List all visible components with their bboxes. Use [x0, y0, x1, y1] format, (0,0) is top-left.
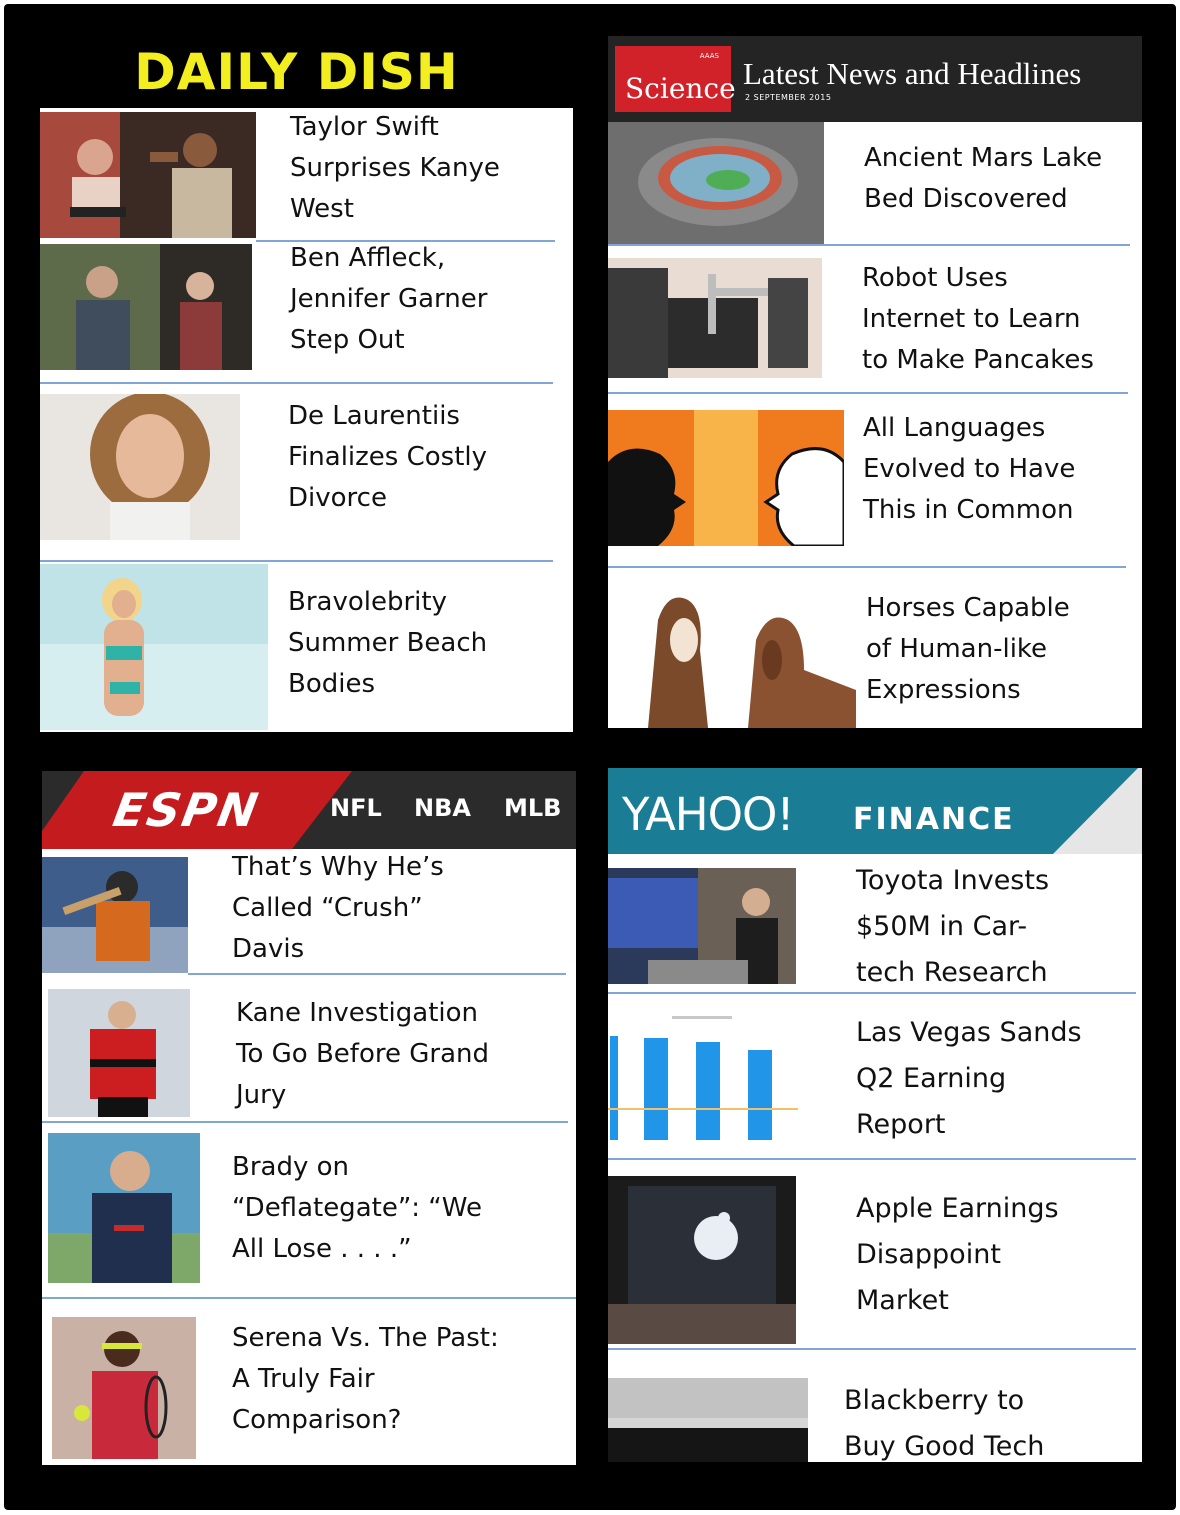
headline[interactable]: Apple Earnings Disappoint Market: [856, 1186, 1059, 1324]
serena-photo: [52, 1317, 196, 1459]
headline[interactable]: Serena Vs. The Past: A Truly Fair Compar…: [232, 1318, 499, 1441]
languages-illustration: [608, 410, 844, 546]
daily-dish-header: DAILY DISH: [40, 36, 573, 108]
beach-photo: [40, 564, 268, 730]
espn-header: ESPN NFL NBA MLB: [42, 771, 576, 849]
yahoo-item-vegas[interactable]: Las Vegas Sands Q2 Earning Report: [608, 1010, 1142, 1162]
science-logo[interactable]: AAAS Science: [615, 46, 736, 112]
yahoo-finance-label[interactable]: FINANCE: [853, 802, 1015, 837]
toyota-photo: [608, 868, 796, 984]
science-item-horses[interactable]: Horses Capable of Human-like Expressions: [608, 572, 1142, 728]
science-item-mars[interactable]: Ancient Mars Lake Bed Discovered: [608, 122, 1142, 248]
espn-item-kane[interactable]: Kane Investigation To Go Before Grand Ju…: [42, 989, 576, 1139]
taylor-kanye-photo: [40, 112, 256, 238]
nav-mlb[interactable]: MLB: [504, 794, 561, 822]
headline[interactable]: Bravolebrity Summer Beach Bodies: [288, 582, 487, 705]
headline[interactable]: Las Vegas Sands Q2 Earning Report: [856, 1010, 1082, 1148]
headline[interactable]: Brady on “Deflategate”: “We All Lose . .…: [232, 1147, 482, 1270]
espn-item-davis[interactable]: That’s Why He’s Called “Crush” Davis: [42, 852, 576, 979]
affleck-garner-photo: [40, 244, 252, 370]
aaas-label: AAAS: [699, 52, 719, 60]
espn-logo[interactable]: ESPN: [109, 783, 263, 837]
daily-dish-title: DAILY DISH: [134, 43, 459, 101]
robot-pancake-photo: [608, 258, 822, 378]
divider: [608, 992, 1136, 994]
headline[interactable]: Toyota Invests $50M in Car- tech Researc…: [856, 858, 1049, 996]
blackberry-photo: [608, 1378, 808, 1462]
divider: [608, 1158, 1136, 1160]
daily-dish-item-affleck[interactable]: Ben Affleck, Jennifer Garner Step Out: [40, 243, 573, 386]
mars-lake-photo: [608, 122, 824, 244]
science-logo-text: Science: [625, 72, 736, 105]
divider: [608, 566, 1126, 568]
divider: [40, 560, 553, 562]
science-header: AAAS Science Latest News and Headlines 2…: [608, 36, 1142, 122]
divider: [42, 1297, 576, 1299]
apple-store-photo: [608, 1176, 796, 1344]
headline[interactable]: Blackberry to Buy Good Tech: [844, 1378, 1044, 1462]
science-title: Latest News and Headlines: [743, 56, 1082, 91]
yahoo-finance-panel: YAHOO! FINANCE Toyota Invests $50M in Ca…: [608, 768, 1142, 1462]
espn-panel: ESPN NFL NBA MLB That’s Why He’s Called …: [42, 771, 576, 1465]
daily-dish-item-bravolebrity[interactable]: Bravolebrity Summer Beach Bodies: [40, 564, 573, 732]
divider: [42, 1121, 568, 1123]
espn-item-brady[interactable]: Brady on “Deflategate”: “We All Lose . .…: [42, 1133, 576, 1303]
delaurentiis-photo: [40, 394, 240, 540]
daily-dish-item-delaurentiis[interactable]: De Laurentiis Finalizes Costly Divorce: [40, 394, 573, 564]
divider: [188, 973, 566, 975]
divider: [40, 382, 553, 384]
headline[interactable]: Ben Affleck, Jennifer Garner Step Out: [290, 238, 487, 361]
horses-photo: [608, 580, 856, 728]
earnings-bar-chart-thumb: [608, 1010, 798, 1146]
science-panel: AAAS Science Latest News and Headlines 2…: [608, 36, 1142, 728]
divider: [608, 392, 1128, 394]
headline[interactable]: Kane Investigation To Go Before Grand Ju…: [236, 993, 489, 1116]
espn-item-serena[interactable]: Serena Vs. The Past: A Truly Fair Compar…: [42, 1315, 576, 1465]
yahoo-item-toyota[interactable]: Toyota Invests $50M in Car- tech Researc…: [608, 865, 1142, 996]
yahoo-item-apple[interactable]: Apple Earnings Disappoint Market: [608, 1176, 1142, 1352]
kane-photo: [48, 989, 190, 1117]
yahoo-logo[interactable]: YAHOO!: [622, 788, 794, 841]
science-item-languages[interactable]: All Languages Evolved to Have This in Co…: [608, 410, 1142, 570]
headline[interactable]: All Languages Evolved to Have This in Co…: [863, 408, 1075, 531]
divider: [608, 244, 1130, 246]
daily-dish-panel: DAILY DISH Taylor Swift Surprises Kanye …: [40, 36, 573, 732]
headline[interactable]: De Laurentiis Finalizes Costly Divorce: [288, 396, 487, 519]
nav-nba[interactable]: NBA: [414, 794, 471, 822]
headline[interactable]: Horses Capable of Human-like Expressions: [866, 588, 1070, 711]
yahoo-header: YAHOO! FINANCE: [608, 768, 1142, 854]
headline[interactable]: Robot Uses Internet to Learn to Make Pan…: [862, 258, 1094, 381]
headline[interactable]: Ancient Mars Lake Bed Discovered: [864, 138, 1102, 220]
nav-nfl[interactable]: NFL: [330, 794, 382, 822]
brady-photo: [48, 1133, 200, 1283]
daily-dish-item-taylor[interactable]: Taylor Swift Surprises Kanye West: [40, 112, 573, 242]
davis-photo: [42, 857, 188, 973]
headline[interactable]: Taylor Swift Surprises Kanye West: [290, 107, 500, 230]
divider: [608, 1348, 1136, 1350]
science-date: 2 SEPTEMBER 2015: [745, 93, 832, 102]
yahoo-item-blackberry[interactable]: Blackberry to Buy Good Tech: [608, 1368, 1142, 1462]
headline[interactable]: That’s Why He’s Called “Crush” Davis: [232, 847, 444, 970]
science-item-robot[interactable]: Robot Uses Internet to Learn to Make Pan…: [608, 258, 1142, 398]
